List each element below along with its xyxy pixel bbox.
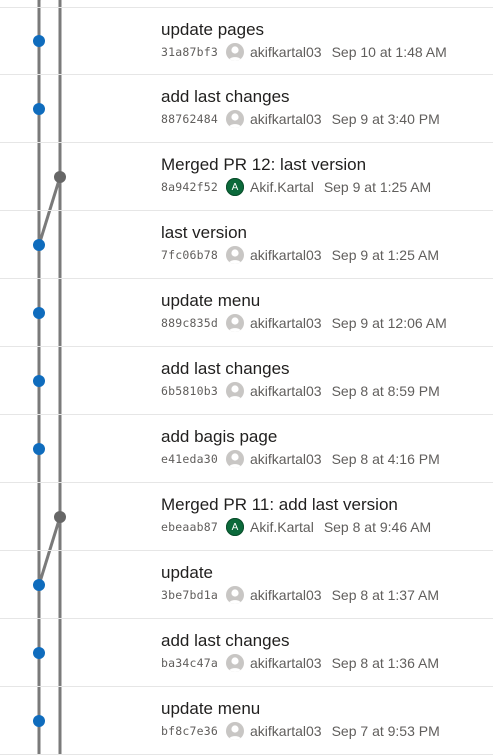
commit-row-e41eda30[interactable]: add bagis page e41eda30 akifkartal03 Sep… bbox=[0, 415, 493, 483]
commit-title[interactable]: Merged PR 11: add last version bbox=[161, 495, 398, 515]
commit-date: Sep 10 at 1:48 AM bbox=[331, 44, 447, 60]
person-icon bbox=[226, 654, 244, 672]
commit-hash[interactable]: ebeaab87 bbox=[161, 520, 218, 534]
person-icon bbox=[226, 246, 244, 264]
commit-title[interactable]: add bagis page bbox=[161, 427, 277, 447]
commit-title[interactable]: last version bbox=[161, 223, 247, 243]
person-icon bbox=[226, 110, 244, 128]
commit-title[interactable]: add last changes bbox=[161, 631, 290, 651]
commit-row-88762484[interactable]: add last changes 88762484 akifkartal03 S… bbox=[0, 75, 493, 143]
person-icon bbox=[226, 450, 244, 468]
commit-row-bf8c7e36[interactable]: update menu bf8c7e36 akifkartal03 Sep 7 … bbox=[0, 687, 493, 755]
commit-date: Sep 8 at 1:36 AM bbox=[331, 655, 439, 671]
commit-date: Sep 8 at 8:59 PM bbox=[331, 383, 440, 399]
commit-date: Sep 9 at 1:25 AM bbox=[323, 179, 432, 195]
commit-author: Akif.Kartal bbox=[250, 519, 314, 535]
commit-meta: 7fc06b78 akifkartal03 Sep 9 at 1:25 AM bbox=[161, 245, 439, 265]
commit-meta: 31a87bf3 akifkartal03 Sep 10 at 1:48 AM bbox=[161, 42, 447, 62]
commit-hash[interactable]: 889c835d bbox=[161, 316, 218, 330]
commit-date: Sep 9 at 1:25 AM bbox=[331, 247, 439, 263]
author-initial-badge: A bbox=[226, 518, 244, 536]
commit-author: akifkartal03 bbox=[250, 587, 322, 603]
commit-meta: 889c835d akifkartal03 Sep 9 at 12:06 AM bbox=[161, 313, 447, 333]
commit-hash[interactable]: 6b5810b3 bbox=[161, 384, 218, 398]
commit-title[interactable]: update pages bbox=[161, 20, 264, 40]
person-icon bbox=[226, 586, 244, 604]
commit-hash[interactable]: 88762484 bbox=[161, 112, 218, 126]
commit-hash[interactable]: 31a87bf3 bbox=[161, 45, 218, 59]
commit-meta: e41eda30 akifkartal03 Sep 8 at 4:16 PM bbox=[161, 449, 440, 469]
commit-date: Sep 9 at 3:40 PM bbox=[331, 111, 440, 127]
commit-date: Sep 8 at 4:16 PM bbox=[331, 451, 440, 467]
commit-list: update pages 31a87bf3 akifkartal03 Sep 1… bbox=[0, 7, 493, 755]
person-icon bbox=[226, 382, 244, 400]
commit-title[interactable]: Merged PR 12: last version bbox=[161, 155, 366, 175]
commit-row-3be7bd1a[interactable]: update 3be7bd1a akifkartal03 Sep 8 at 1:… bbox=[0, 551, 493, 619]
commit-title[interactable]: update menu bbox=[161, 291, 260, 311]
commit-author: akifkartal03 bbox=[250, 383, 322, 399]
commit-row-ebeaab87[interactable]: Merged PR 11: add last version ebeaab87 … bbox=[0, 483, 493, 551]
commit-title[interactable]: update bbox=[161, 563, 213, 583]
commit-hash[interactable]: 7fc06b78 bbox=[161, 248, 218, 262]
commit-row-31a87bf3[interactable]: update pages 31a87bf3 akifkartal03 Sep 1… bbox=[0, 7, 493, 75]
person-icon bbox=[226, 314, 244, 332]
commit-row-8a942f52[interactable]: Merged PR 12: last version 8a942f52 A Ak… bbox=[0, 143, 493, 211]
commit-hash[interactable]: bf8c7e36 bbox=[161, 724, 218, 738]
person-icon bbox=[226, 43, 244, 61]
commit-hash[interactable]: e41eda30 bbox=[161, 452, 218, 466]
commit-author: akifkartal03 bbox=[250, 247, 322, 263]
person-icon bbox=[226, 722, 244, 740]
commit-date: Sep 7 at 9:53 PM bbox=[331, 723, 440, 739]
commit-date: Sep 8 at 9:46 AM bbox=[323, 519, 432, 535]
commit-row-889c835d[interactable]: update menu 889c835d akifkartal03 Sep 9 … bbox=[0, 279, 493, 347]
commit-hash[interactable]: 8a942f52 bbox=[161, 180, 218, 194]
commit-author: akifkartal03 bbox=[250, 451, 322, 467]
commit-row-7fc06b78[interactable]: last version 7fc06b78 akifkartal03 Sep 9… bbox=[0, 211, 493, 279]
commit-author: Akif.Kartal bbox=[250, 179, 314, 195]
commit-meta: 8a942f52 A Akif.Kartal Sep 9 at 1:25 AM bbox=[161, 177, 431, 197]
commit-author: akifkartal03 bbox=[250, 315, 322, 331]
author-initial-badge: A bbox=[226, 178, 244, 196]
commit-hash[interactable]: 3be7bd1a bbox=[161, 588, 218, 602]
commit-meta: bf8c7e36 akifkartal03 Sep 7 at 9:53 PM bbox=[161, 721, 440, 741]
commit-row-6b5810b3[interactable]: add last changes 6b5810b3 akifkartal03 S… bbox=[0, 347, 493, 415]
commit-hash[interactable]: ba34c47a bbox=[161, 656, 218, 670]
commit-meta: ba34c47a akifkartal03 Sep 8 at 1:36 AM bbox=[161, 653, 439, 673]
commit-meta: 88762484 akifkartal03 Sep 9 at 3:40 PM bbox=[161, 109, 440, 129]
commit-meta: 6b5810b3 akifkartal03 Sep 8 at 8:59 PM bbox=[161, 381, 440, 401]
commit-meta: 3be7bd1a akifkartal03 Sep 8 at 1:37 AM bbox=[161, 585, 439, 605]
commit-date: Sep 9 at 12:06 AM bbox=[331, 315, 447, 331]
commit-title[interactable]: add last changes bbox=[161, 87, 290, 107]
commit-author: akifkartal03 bbox=[250, 111, 322, 127]
commit-title[interactable]: update menu bbox=[161, 699, 260, 719]
commit-author: akifkartal03 bbox=[250, 655, 322, 671]
commit-meta: ebeaab87 A Akif.Kartal Sep 8 at 9:46 AM bbox=[161, 517, 431, 537]
commit-author: akifkartal03 bbox=[250, 44, 322, 60]
commit-author: akifkartal03 bbox=[250, 723, 322, 739]
commit-title[interactable]: add last changes bbox=[161, 359, 290, 379]
commit-row-ba34c47a[interactable]: add last changes ba34c47a akifkartal03 S… bbox=[0, 619, 493, 687]
commit-date: Sep 8 at 1:37 AM bbox=[331, 587, 439, 603]
